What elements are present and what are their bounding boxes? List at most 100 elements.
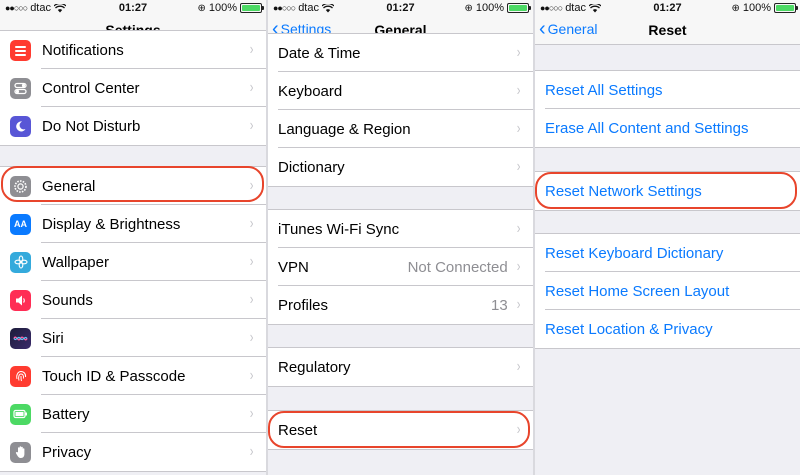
row-label: Wallpaper (42, 253, 109, 271)
orientation-lock-icon: ⊕ (197, 2, 206, 14)
orientation-lock-icon: ⊕ (464, 2, 473, 14)
speaker-icon (10, 289, 31, 311)
reset-network-settings-button[interactable]: Reset Network Settings (535, 172, 800, 210)
reset-screen: ●●○○○ dtac 01:27 ⊕ 100% ‹ General Reset R… (535, 0, 800, 475)
settings-group-1: Notifications › Control Center › Do Not … (0, 30, 266, 146)
page-title: Reset (648, 22, 687, 38)
settings-row-siri[interactable]: Siri › (0, 319, 266, 357)
reset-all-settings-button[interactable]: Reset All Settings (535, 71, 800, 109)
row-label: Notifications (42, 41, 124, 59)
chevron-right-icon: › (249, 79, 254, 96)
battery-fill (509, 5, 527, 11)
chevron-right-icon: › (516, 158, 521, 175)
settings-group-2: General › AA Display & Brightness › Wall… (0, 166, 266, 472)
row-label: Touch ID & Passcode (42, 367, 186, 385)
chevron-right-icon: › (249, 117, 254, 134)
battery-percent: 100% (208, 2, 237, 14)
row-label: Erase All Content and Settings (545, 119, 749, 137)
battery-icon (10, 403, 31, 425)
navigation-bar: ‹ General Reset (535, 16, 800, 45)
chevron-right-icon: › (249, 405, 254, 422)
general-row-profiles[interactable]: Profiles 13 › (268, 286, 533, 324)
row-label: Control Center (42, 79, 140, 97)
general-row-itunes-sync[interactable]: iTunes Wi-Fi Sync › (268, 210, 533, 248)
chevron-right-icon: › (516, 258, 521, 275)
chevron-right-icon: › (249, 329, 254, 346)
general-row-reset[interactable]: Reset › (268, 411, 533, 449)
row-label: Reset Network Settings (545, 182, 702, 200)
row-label: Regulatory (278, 358, 351, 376)
reset-group-2: Reset Network Settings (535, 171, 800, 211)
row-label: iTunes Wi-Fi Sync (278, 220, 400, 238)
settings-row-touch-id[interactable]: Touch ID & Passcode › (0, 357, 266, 395)
status-bar: ●●○○○ dtac 01:27 ⊕ 100% (268, 0, 533, 16)
row-label: Battery (42, 405, 90, 423)
settings-row-battery[interactable]: Battery › (0, 395, 266, 433)
row-label: Reset (278, 421, 318, 439)
general-row-date-time[interactable]: Date & Time › (268, 34, 533, 72)
general-row-regulatory[interactable]: Regulatory › (268, 348, 533, 386)
battery-indicator-icon (240, 3, 264, 13)
general-group-2: iTunes Wi-Fi Sync › VPN Not Connected › Pro… (268, 209, 533, 325)
settings-screen: ●●○○○ dtac 01:27 ⊕ 100% Settings Notific… (0, 0, 266, 475)
row-label: Sounds (42, 291, 93, 309)
battery-fill (242, 5, 260, 11)
general-group-4: Reset › (268, 410, 533, 450)
row-label: Date & Time (278, 44, 361, 62)
row-label: Profiles (278, 296, 329, 314)
general-row-language-region[interactable]: Language & Region › (268, 110, 533, 148)
wallpaper-icon (10, 251, 31, 273)
profiles-count: 13 (490, 296, 508, 314)
reset-home-screen-layout-button[interactable]: Reset Home Screen Layout (535, 272, 800, 310)
row-label: Display & Brightness (42, 215, 181, 233)
row-label: Do Not Disturb (42, 117, 141, 135)
row-label: Reset Keyboard Dictionary (545, 244, 724, 262)
battery-fill (776, 5, 794, 11)
status-bar: ●●○○○ dtac 01:27 ⊕ 100% (535, 0, 800, 16)
settings-row-wallpaper[interactable]: Wallpaper › (0, 243, 266, 281)
chevron-right-icon: › (249, 367, 254, 384)
general-row-vpn[interactable]: VPN Not Connected › (268, 248, 533, 286)
general-row-dictionary[interactable]: Dictionary › (268, 148, 533, 186)
general-screen: ●●○○○ dtac 01:27 ⊕ 100% ‹ Settings Genera… (268, 0, 533, 475)
settings-row-general[interactable]: General › (0, 167, 266, 205)
general-row-keyboard[interactable]: Keyboard › (268, 72, 533, 110)
chevron-right-icon: › (516, 44, 521, 61)
reset-group-1: Reset All Settings Erase All Content and… (535, 70, 800, 148)
reset-location-privacy-button[interactable]: Reset Location & Privacy (535, 310, 800, 348)
vpn-status: Not Connected (407, 258, 508, 276)
settings-row-notifications[interactable]: Notifications › (0, 31, 266, 69)
status-bar: ●●○○○ dtac 01:27 ⊕ 100% (0, 0, 266, 16)
chevron-right-icon: › (249, 443, 254, 460)
row-label: Language & Region (278, 120, 411, 138)
row-label: Dictionary (278, 158, 345, 176)
row-label: Privacy (42, 443, 92, 461)
chevron-right-icon: › (249, 41, 254, 58)
reset-keyboard-dictionary-button[interactable]: Reset Keyboard Dictionary (535, 234, 800, 272)
erase-all-content-button[interactable]: Erase All Content and Settings (535, 109, 800, 147)
row-label: General (42, 177, 96, 195)
settings-row-privacy[interactable]: Privacy › (0, 433, 266, 471)
row-label: Keyboard (278, 82, 343, 100)
chevron-right-icon: › (516, 82, 521, 99)
battery-percent: 100% (475, 2, 504, 14)
gear-icon (10, 175, 31, 197)
chevron-right-icon: › (249, 215, 254, 232)
row-label: Reset Location & Privacy (545, 320, 713, 338)
settings-row-sounds[interactable]: Sounds › (0, 281, 266, 319)
settings-row-display-brightness[interactable]: AA Display & Brightness › (0, 205, 266, 243)
general-group-3: Regulatory › (268, 347, 533, 387)
settings-row-do-not-disturb[interactable]: Do Not Disturb › (0, 107, 266, 145)
chevron-right-icon: › (249, 291, 254, 308)
chevron-right-icon: › (516, 358, 521, 375)
chevron-right-icon: › (249, 177, 254, 194)
general-group-1: Date & Time › Keyboard › Language & Region… (268, 33, 533, 187)
chevron-right-icon: › (249, 253, 254, 270)
chevron-right-icon: › (516, 220, 521, 237)
notifications-icon (10, 39, 31, 61)
battery-indicator-icon (507, 3, 531, 13)
moon-icon (10, 115, 31, 137)
settings-row-control-center[interactable]: Control Center › (0, 69, 266, 107)
hand-icon (10, 441, 31, 463)
battery-percent: 100% (742, 2, 771, 14)
